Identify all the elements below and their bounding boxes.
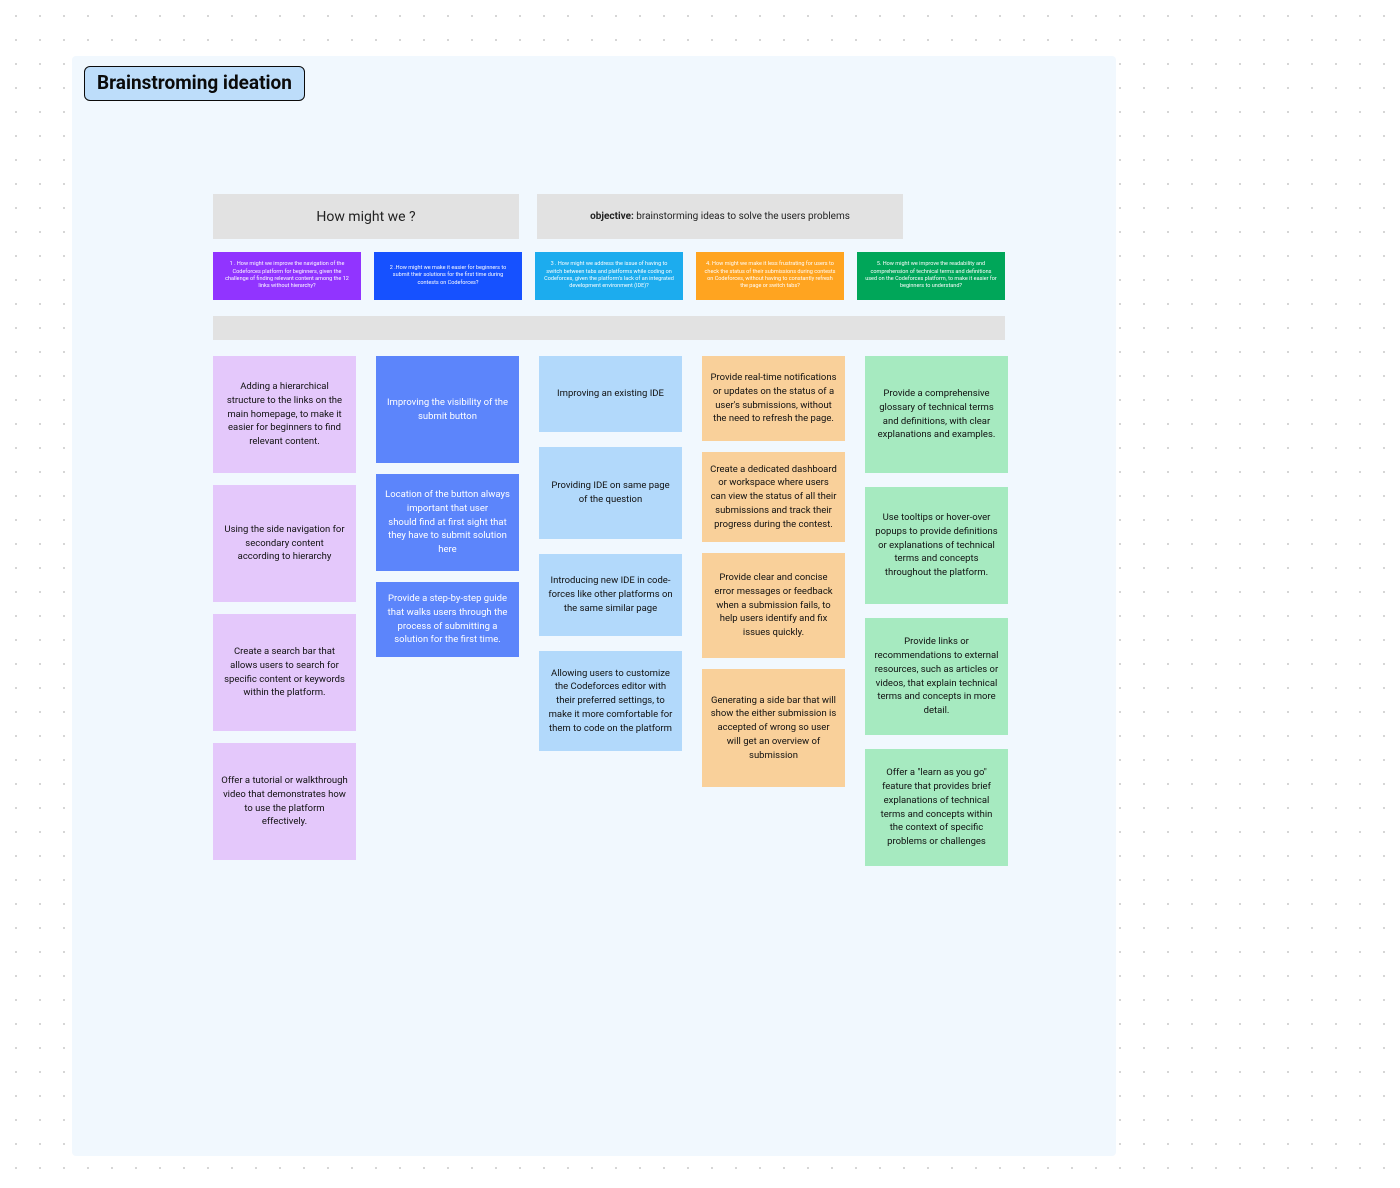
- idea-card-text: Offer a tutorial or walkthrough video th…: [221, 774, 348, 829]
- idea-card-text: Generating a side bar that will show the…: [710, 694, 837, 763]
- idea-card-text: Use tooltips or hover-over popups to pro…: [873, 511, 1000, 580]
- column-ide: Improving an existing IDE Providing IDE …: [539, 356, 682, 751]
- idea-card-text: Offer a "learn as you go" feature that p…: [873, 766, 1000, 849]
- idea-card-text: Provide links or recommendations to exte…: [873, 635, 1000, 718]
- hmw-card-4-text: 4. How might we make it less frustrating…: [704, 261, 836, 291]
- idea-card[interactable]: Use tooltips or hover-over popups to pro…: [865, 487, 1008, 604]
- header-row: How might we ? objective: brainstorming …: [213, 194, 903, 239]
- idea-card[interactable]: Create a dedicated dashboard or workspac…: [702, 452, 845, 542]
- idea-card-text: Location of the button always important …: [384, 488, 511, 557]
- hmw-card-1-text: 1 . How might we improve the navigation …: [221, 261, 353, 291]
- idea-card-text: Improving an existing IDE: [557, 387, 664, 401]
- idea-card[interactable]: Provide clear and concise error messages…: [702, 553, 845, 658]
- idea-card[interactable]: Using the side navigation for secondary …: [213, 485, 356, 602]
- idea-card[interactable]: Improving an existing IDE: [539, 356, 682, 432]
- idea-card-text: Introducing new IDE in code-forces like …: [547, 574, 674, 615]
- column-submit: Improving the visibility of the submit b…: [376, 356, 519, 657]
- canvas-title: Brainstroming ideation: [97, 71, 292, 94]
- idea-card[interactable]: Introducing new IDE in code-forces like …: [539, 554, 682, 636]
- brainstorm-canvas: Brainstroming ideation How might we ? ob…: [72, 56, 1116, 1156]
- hmw-card-5[interactable]: 5. How might we improve the readability …: [857, 252, 1005, 300]
- idea-card[interactable]: Provide a step-by-step guide that walks …: [376, 582, 519, 657]
- hmw-card-5-text: 5. How might we improve the readability …: [865, 261, 997, 291]
- objective-box: objective: brainstorming ideas to solve …: [537, 194, 903, 239]
- idea-card[interactable]: Providing IDE on same page of the questi…: [539, 447, 682, 539]
- hmw-card-2-text: 2 .How might we make it easier for begin…: [382, 265, 514, 287]
- objective-text: brainstorming ideas to solve the users p…: [634, 211, 850, 222]
- idea-card[interactable]: Provide a comprehensive glossary of tech…: [865, 356, 1008, 473]
- idea-card[interactable]: Provide real-time notifications or updat…: [702, 356, 845, 441]
- hmw-card-1[interactable]: 1 . How might we improve the navigation …: [213, 252, 361, 300]
- idea-card-text: Create a dedicated dashboard or workspac…: [710, 463, 837, 532]
- idea-card[interactable]: Improving the visibility of the submit b…: [376, 356, 519, 463]
- column-status: Provide real-time notifications or updat…: [702, 356, 845, 787]
- idea-card-text: Provide a step-by-step guide that walks …: [384, 592, 511, 647]
- idea-card-text: Using the side navigation for secondary …: [221, 523, 348, 564]
- idea-card[interactable]: Offer a tutorial or walkthrough video th…: [213, 743, 356, 860]
- idea-card-text: Providing IDE on same page of the questi…: [547, 479, 674, 507]
- column-navigation: Adding a hierarchical structure to the l…: [213, 356, 356, 860]
- hmw-heading-box: How might we ?: [213, 194, 519, 239]
- accent-bar: [213, 316, 1005, 340]
- hmw-card-2[interactable]: 2 .How might we make it easier for begin…: [374, 252, 522, 300]
- idea-card[interactable]: Provide links or recommendations to exte…: [865, 618, 1008, 735]
- idea-card-text: Provide clear and concise error messages…: [710, 571, 837, 640]
- idea-card-text: Allowing users to customize the Codeforc…: [547, 667, 674, 736]
- hmw-card-3[interactable]: 3 . How might we address the issue of ha…: [535, 252, 683, 300]
- idea-card[interactable]: Offer a "learn as you go" feature that p…: [865, 749, 1008, 866]
- idea-card[interactable]: Generating a side bar that will show the…: [702, 669, 845, 787]
- column-glossary: Provide a comprehensive glossary of tech…: [865, 356, 1008, 866]
- idea-card[interactable]: Allowing users to customize the Codeforc…: [539, 651, 682, 751]
- idea-card-text: Create a search bar that allows users to…: [221, 645, 348, 700]
- idea-card-text: Provide a comprehensive glossary of tech…: [873, 387, 1000, 442]
- idea-card-text: Improving the visibility of the submit b…: [384, 396, 511, 424]
- hmw-card-3-text: 3 . How might we address the issue of ha…: [543, 261, 675, 291]
- idea-card[interactable]: Adding a hierarchical structure to the l…: [213, 356, 356, 473]
- idea-card-text: Provide real-time notifications or updat…: [710, 371, 837, 426]
- objective-label: objective:: [590, 211, 634, 222]
- canvas-title-chip: Brainstroming ideation: [84, 66, 305, 101]
- idea-card[interactable]: Create a search bar that allows users to…: [213, 614, 356, 731]
- hmw-card-4[interactable]: 4. How might we make it less frustrating…: [696, 252, 844, 300]
- idea-card[interactable]: Location of the button always important …: [376, 474, 519, 571]
- idea-columns: Adding a hierarchical structure to the l…: [213, 356, 1008, 866]
- hmw-questions-row: 1 . How might we improve the navigation …: [213, 252, 1005, 300]
- hmw-heading: How might we ?: [316, 209, 415, 225]
- idea-card-text: Adding a hierarchical structure to the l…: [221, 380, 348, 449]
